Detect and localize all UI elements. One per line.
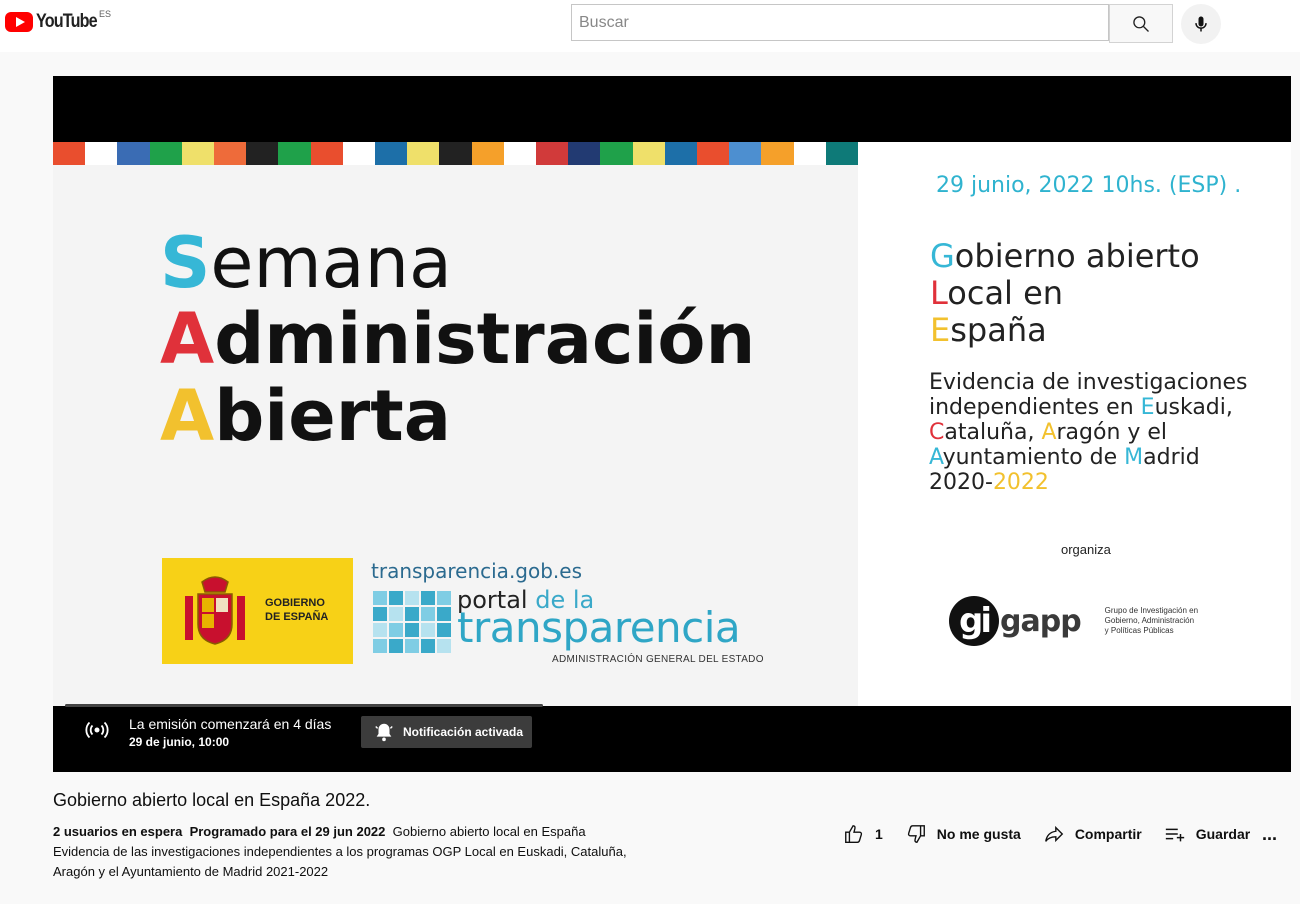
stripe-block <box>149 142 182 165</box>
organiza-label: organiza <box>1061 542 1111 557</box>
stripe-block <box>761 142 794 165</box>
share-label: Compartir <box>1074 826 1142 842</box>
thumbs-up-icon <box>845 825 863 843</box>
stripe-block <box>568 142 601 165</box>
youtube-play-icon <box>5 12 33 32</box>
stripe-block <box>375 142 408 165</box>
stripe-block <box>117 142 150 165</box>
waiting-count: 2 usuarios en espera <box>53 824 183 839</box>
like-count: 1 <box>875 826 883 842</box>
gigapp-word: gapp <box>1000 603 1082 639</box>
thumbs-down-icon <box>907 825 925 843</box>
portal-url: transparencia.gob.es <box>371 559 583 583</box>
stripe-block <box>600 142 633 165</box>
slide-line-semana: Semana <box>160 222 452 304</box>
stripe-block <box>181 142 215 165</box>
microphone-icon <box>1195 16 1207 32</box>
country-code: ES <box>99 9 112 19</box>
notification-label: Notificación activada <box>403 725 524 739</box>
stripe-block <box>536 142 569 165</box>
stripe-block <box>825 142 859 165</box>
live-broadcast-icon <box>85 721 109 739</box>
portal-transparencia: transparencia <box>457 603 741 652</box>
share-icon <box>1044 825 1064 843</box>
stripe-block <box>310 142 343 165</box>
stripe-block <box>214 142 247 165</box>
bell-icon <box>375 723 393 742</box>
description-line: Evidencia de las investigaciones indepen… <box>53 844 627 859</box>
live-start-date: 29 de junio, 10:00 <box>129 735 230 749</box>
stripe-block <box>664 142 698 165</box>
stripe-block <box>471 142 504 165</box>
dislike-button[interactable]: No me gusta <box>905 823 1021 845</box>
playlist-add-icon <box>1165 828 1184 842</box>
gigapp-logo: gi gapp Grupo de Investigación en Gobiern… <box>949 596 1198 646</box>
stripe-block <box>793 142 826 165</box>
slide-subtitle: Gobierno abierto Local en España <box>930 237 1200 349</box>
slide-line-abierta: Abierta <box>160 375 451 457</box>
stripe-block <box>53 142 86 165</box>
search-icon <box>1133 15 1149 32</box>
notification-button[interactable]: Notificación activada <box>361 716 532 748</box>
portal-agency: ADMINISTRACIÓN GENERAL DEL ESTADO <box>552 654 764 665</box>
gobierno-espana-logo: GOBIERNO DE ESPAÑA <box>162 558 353 664</box>
share-button[interactable]: Compartir <box>1043 823 1142 845</box>
stripe-block <box>697 142 730 165</box>
save-label: Guardar <box>1195 826 1251 842</box>
search-button[interactable] <box>1109 4 1173 43</box>
stripe-block <box>85 142 118 165</box>
description-line: Aragón y el Ayuntamiento de Madrid 2021-… <box>53 864 329 879</box>
more-icon[interactable]: ... <box>1262 824 1277 845</box>
stripe-block <box>503 142 537 165</box>
stripe-block <box>278 142 311 165</box>
slide-date: 29 junio, 2022 10hs. (ESP) . <box>936 173 1242 198</box>
like-button[interactable]: 1 <box>843 823 883 845</box>
logo-text: YouTube <box>36 11 98 32</box>
gobierno-text: GOBIERNO DE ESPAÑA <box>265 597 329 623</box>
dislike-label: No me gusta <box>936 826 1021 842</box>
stripe-block <box>439 142 472 165</box>
action-bar: 1 No me gusta Compartir Guardar <box>843 823 1272 845</box>
video-player[interactable]: Semana Administración Abierta GOBIERNO DE… <box>53 76 1291 772</box>
slide-evidence-text: Evidencia de investigaciones independien… <box>929 370 1248 495</box>
stripe-block <box>246 142 279 165</box>
slide-line-administracion: Administración <box>160 298 756 380</box>
gigapp-description: Grupo de Investigación en Gobierno, Admin… <box>1104 606 1199 635</box>
portal-mosaic-logo <box>373 591 451 653</box>
top-bar: YouTube ES Buscar <box>0 0 1300 52</box>
description-line: Gobierno abierto local en España <box>392 824 586 839</box>
stripe-block <box>407 142 440 165</box>
search-input[interactable]: Buscar <box>571 4 1109 41</box>
color-stripe <box>53 142 859 165</box>
stripe-block <box>632 142 665 165</box>
voice-search-button[interactable] <box>1181 4 1221 44</box>
coat-of-arms-icon <box>185 576 245 645</box>
video-title: Gobierno abierto local en España 2022. <box>53 790 371 810</box>
live-start-title: La emisión comenzará en 4 días <box>129 716 332 732</box>
youtube-logo[interactable]: YouTube ES <box>5 9 111 33</box>
video-description[interactable]: 2 usuarios en espera Programado para el … <box>53 822 673 882</box>
stripe-block <box>342 142 376 165</box>
stripe-block <box>729 142 762 165</box>
scheduled-date: Programado para el 29 jun 2022 <box>189 824 386 839</box>
save-button[interactable]: Guardar <box>1164 823 1250 845</box>
gigapp-circle: gi <box>949 596 999 646</box>
live-progress-bar <box>65 704 543 707</box>
